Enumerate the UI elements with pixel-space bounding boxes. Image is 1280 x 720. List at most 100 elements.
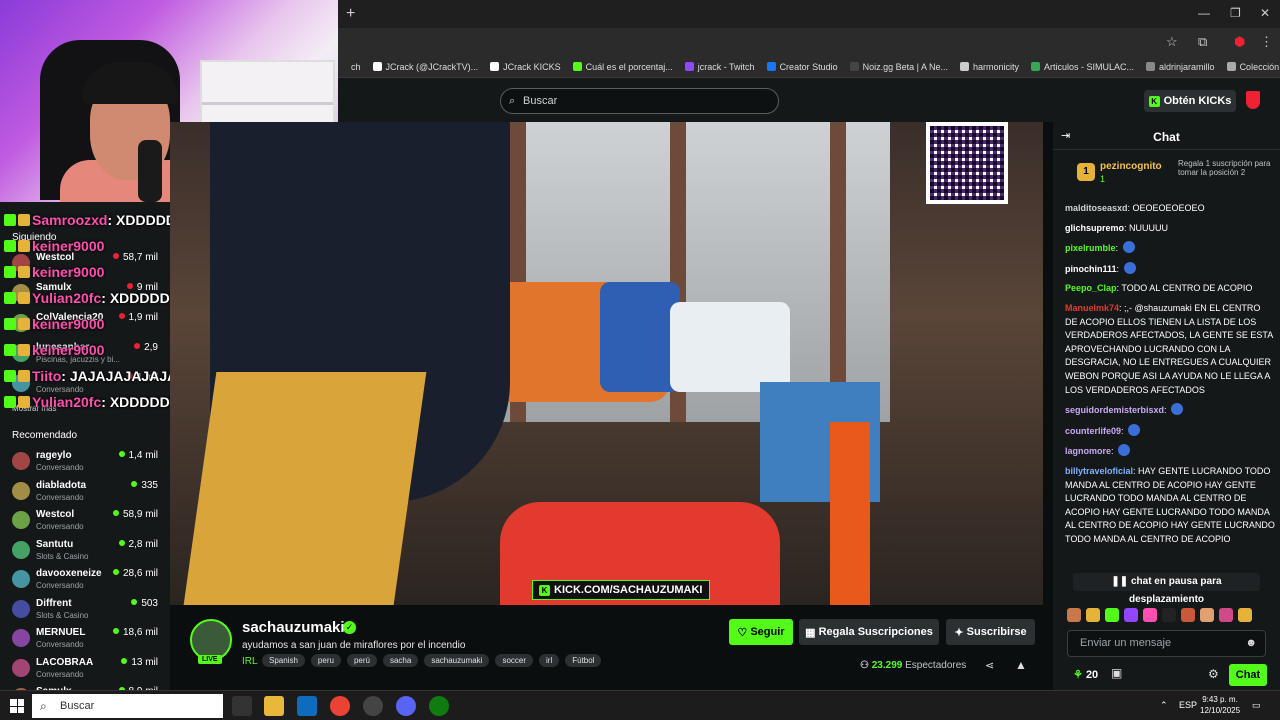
- chat-username[interactable]: lagnomore: [1065, 446, 1111, 456]
- emote-icon[interactable]: [1238, 608, 1252, 622]
- channel-avatar: [12, 658, 30, 677]
- heart-icon: ♡: [737, 626, 751, 639]
- chat-username[interactable]: glichsupremo: [1065, 223, 1124, 233]
- stream-tag[interactable]: sacha: [382, 654, 419, 667]
- sub-badge-icon: [4, 370, 16, 382]
- profile-icon[interactable]: ⬢: [1234, 34, 1245, 50]
- bookmark-item[interactable]: JCrack KICKS: [490, 62, 561, 72]
- follow-button[interactable]: ♡ Seguir: [729, 619, 793, 645]
- close-icon[interactable]: ✕: [1260, 6, 1270, 20]
- clock-time: 9:43 p. m.: [1202, 695, 1238, 704]
- stream-tag[interactable]: sachauzumaki: [424, 654, 490, 667]
- emote-icon[interactable]: [1181, 608, 1195, 622]
- sidebar-channel[interactable]: MERNUEL Conversando 18,6 mil: [12, 627, 162, 655]
- chat-username[interactable]: Manuelmk74: [1065, 303, 1119, 313]
- task-view-icon[interactable]: [232, 696, 252, 716]
- chat-username[interactable]: seguidordemisterbisxd: [1065, 405, 1164, 415]
- sidebar-channel[interactable]: Diffrent Slots & Casino 503: [12, 598, 162, 626]
- user-shield-icon[interactable]: [1246, 91, 1260, 109]
- channel-name[interactable]: sachauzumaki: [242, 619, 345, 636]
- chat-username[interactable]: billytraveloficial: [1065, 466, 1133, 476]
- subscribe-button[interactable]: ✦ Suscribirse: [946, 619, 1035, 645]
- bookmark-item[interactable]: aldrinjaramillo: [1146, 62, 1215, 72]
- leader-username[interactable]: pezincognito: [1100, 161, 1162, 172]
- file-explorer-icon[interactable]: [264, 696, 284, 716]
- sub-badge-icon: [4, 266, 16, 278]
- clock[interactable]: 9:43 p. m. 12/10/2025: [1200, 694, 1240, 716]
- chat-message: pixelrumble:: [1065, 241, 1275, 256]
- chat-username[interactable]: counterlife09: [1065, 426, 1121, 436]
- extensions-icon[interactable]: ⧉: [1198, 34, 1207, 50]
- chrome-icon[interactable]: [330, 696, 350, 716]
- gift-icon: ▦: [805, 626, 819, 639]
- emote-icon[interactable]: [1162, 608, 1176, 622]
- chat-input[interactable]: Enviar un mensaje ☻: [1067, 630, 1266, 657]
- search-input[interactable]: ⌕ Buscar: [500, 88, 779, 114]
- sidebar-channel[interactable]: diabladota Conversando 335: [12, 480, 162, 508]
- get-kicks-button[interactable]: K Obtén KICKs: [1144, 90, 1236, 112]
- send-chat-button[interactable]: Chat: [1229, 664, 1267, 686]
- sidebar-channel[interactable]: LACOBRAA Conversando 13 mil: [12, 657, 162, 685]
- category-link[interactable]: IRL: [242, 656, 258, 667]
- chat-messages: malditoseasxd: OEOEOEOEOEO glichsupremo: …: [1065, 202, 1275, 592]
- restore-icon[interactable]: ❐: [1230, 6, 1241, 20]
- video-player[interactable]: K KICK.COM/SACHAUZUMAKI: [170, 122, 1043, 605]
- chat-username[interactable]: Peepo_Clap: [1065, 283, 1117, 293]
- stream-tag[interactable]: irl: [539, 654, 560, 667]
- outlook-icon[interactable]: [297, 696, 317, 716]
- emote-icon[interactable]: [1219, 608, 1233, 622]
- chat-username[interactable]: pixelrumble: [1065, 243, 1116, 253]
- notifications-icon[interactable]: ▭: [1252, 700, 1261, 711]
- bookmark-item[interactable]: jcrack - Twitch: [684, 62, 755, 72]
- sidebar-channel[interactable]: Westcol Conversando 58,9 mil: [12, 509, 162, 537]
- get-kicks-label: Obtén KICKs: [1163, 95, 1232, 107]
- bookmark-item[interactable]: Cuál es el porcentaj...: [572, 62, 673, 72]
- emote-icon[interactable]: [1067, 608, 1081, 622]
- gift-icon[interactable]: ▣: [1111, 666, 1122, 680]
- channel-name: Westcol: [36, 509, 75, 520]
- bookmark-item[interactable]: Colección de M_blei...: [1226, 62, 1280, 72]
- channel-points[interactable]: ⚘ 20: [1073, 668, 1098, 681]
- emote-icon: [1122, 241, 1135, 254]
- gift-subs-button[interactable]: ▦ Regala Suscripciones: [799, 619, 939, 645]
- sidebar-channel[interactable]: rageylo Conversando 1,4 mil: [12, 450, 162, 478]
- language-indicator[interactable]: ESP: [1179, 700, 1197, 710]
- bookmark-item[interactable]: Creator Studio: [766, 62, 838, 72]
- chat-paused-banner[interactable]: ❚❚ chat en pausa para desplazamiento: [1073, 573, 1260, 605]
- minimize-icon[interactable]: —: [1198, 6, 1210, 20]
- xbox-icon[interactable]: [429, 696, 449, 716]
- chat-username[interactable]: malditoseasxd: [1065, 203, 1128, 213]
- share-icon[interactable]: ⋖: [985, 659, 994, 672]
- sidebar-channel[interactable]: davooxeneize Conversando 28,6 mil: [12, 568, 162, 596]
- taskbar-search[interactable]: ⌕ Buscar: [32, 694, 223, 718]
- emoji-icon[interactable]: ☻: [1245, 631, 1257, 656]
- chat-text: TODO AL CENTRO DE ACOPIO: [1121, 283, 1253, 294]
- emote-icon[interactable]: [1105, 608, 1119, 622]
- stream-tag[interactable]: perú: [346, 654, 377, 667]
- settings-icon[interactable]: ⚙: [1208, 667, 1219, 681]
- star-icon[interactable]: ☆: [1166, 34, 1178, 50]
- new-tab-button[interactable]: +: [346, 5, 355, 23]
- bookmark-item[interactable]: Articulos - SIMULAC...: [1031, 62, 1134, 72]
- emote-icon[interactable]: [1086, 608, 1100, 622]
- bookmark-item[interactable]: Noiz.gg Beta | A Ne...: [849, 62, 948, 72]
- emote-icon[interactable]: [1200, 608, 1214, 622]
- chat-username[interactable]: pinochin111: [1065, 264, 1117, 274]
- menu-icon[interactable]: ⋮: [1260, 34, 1273, 50]
- bookmark-item[interactable]: ch: [338, 62, 361, 72]
- tray-chevron-icon[interactable]: ⌃: [1160, 700, 1168, 711]
- windows-start-icon[interactable]: [10, 699, 24, 713]
- obs-icon[interactable]: [363, 696, 383, 716]
- sidebar-channel[interactable]: Santutu Slots & Casino 2,8 mil: [12, 539, 162, 567]
- bookmark-item[interactable]: harmonicity: [959, 62, 1019, 72]
- discord-icon[interactable]: [396, 696, 416, 716]
- report-icon[interactable]: ▲: [1015, 658, 1027, 672]
- channel-name: rageylo: [36, 450, 72, 461]
- emote-icon[interactable]: [1143, 608, 1157, 622]
- stream-tag[interactable]: soccer: [495, 654, 534, 667]
- stream-tag[interactable]: Fútbol: [565, 654, 602, 667]
- stream-tag[interactable]: Spanish: [262, 654, 305, 667]
- bookmark-item[interactable]: JCrack (@JCrackTV)...: [372, 62, 478, 72]
- emote-icon[interactable]: [1124, 608, 1138, 622]
- stream-tag[interactable]: peru: [310, 654, 341, 667]
